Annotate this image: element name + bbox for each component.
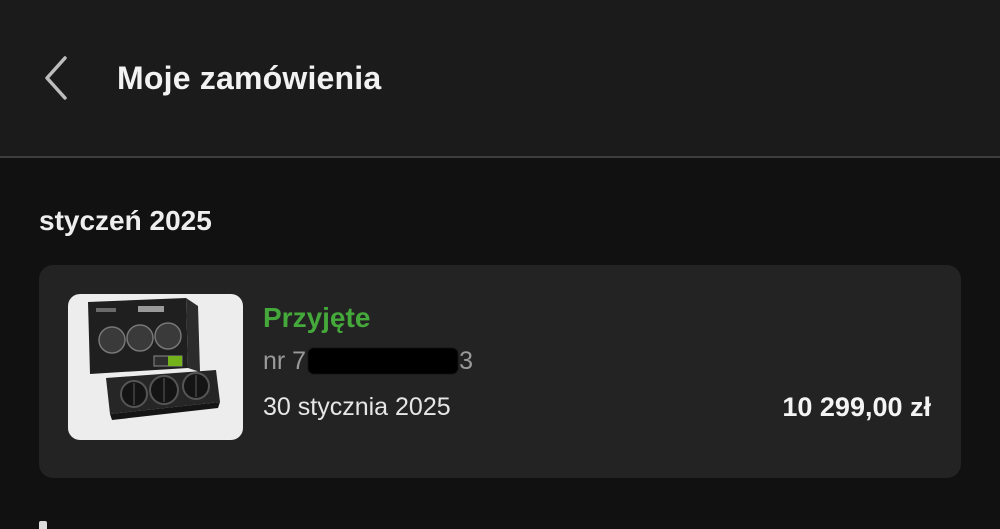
- page-title: Moje zamówienia: [117, 60, 382, 96]
- order-number-prefix: nr 7: [263, 347, 307, 375]
- order-status: Przyjęte: [263, 302, 371, 333]
- order-date: 30 stycznia 2025: [263, 393, 451, 421]
- month-heading: styczeń 2025: [39, 205, 212, 236]
- chevron-left-icon: [45, 56, 67, 100]
- order-price: 10 299,00 zł: [782, 392, 931, 422]
- order-number-suffix: 3: [459, 347, 473, 375]
- product-thumbnail: [68, 294, 243, 440]
- order-number: nr 7 3: [263, 345, 473, 377]
- order-card[interactable]: Przyjęte nr 7 3 30 stycznia 2025 10 299,…: [39, 265, 961, 478]
- graphics-card-box-image: [88, 298, 220, 420]
- back-button[interactable]: [32, 50, 80, 106]
- header-divider: [0, 156, 1000, 158]
- app-header: Moje zamówienia: [0, 0, 1000, 156]
- redaction-bar: [308, 348, 459, 374]
- next-section-heading-peek: [39, 521, 47, 529]
